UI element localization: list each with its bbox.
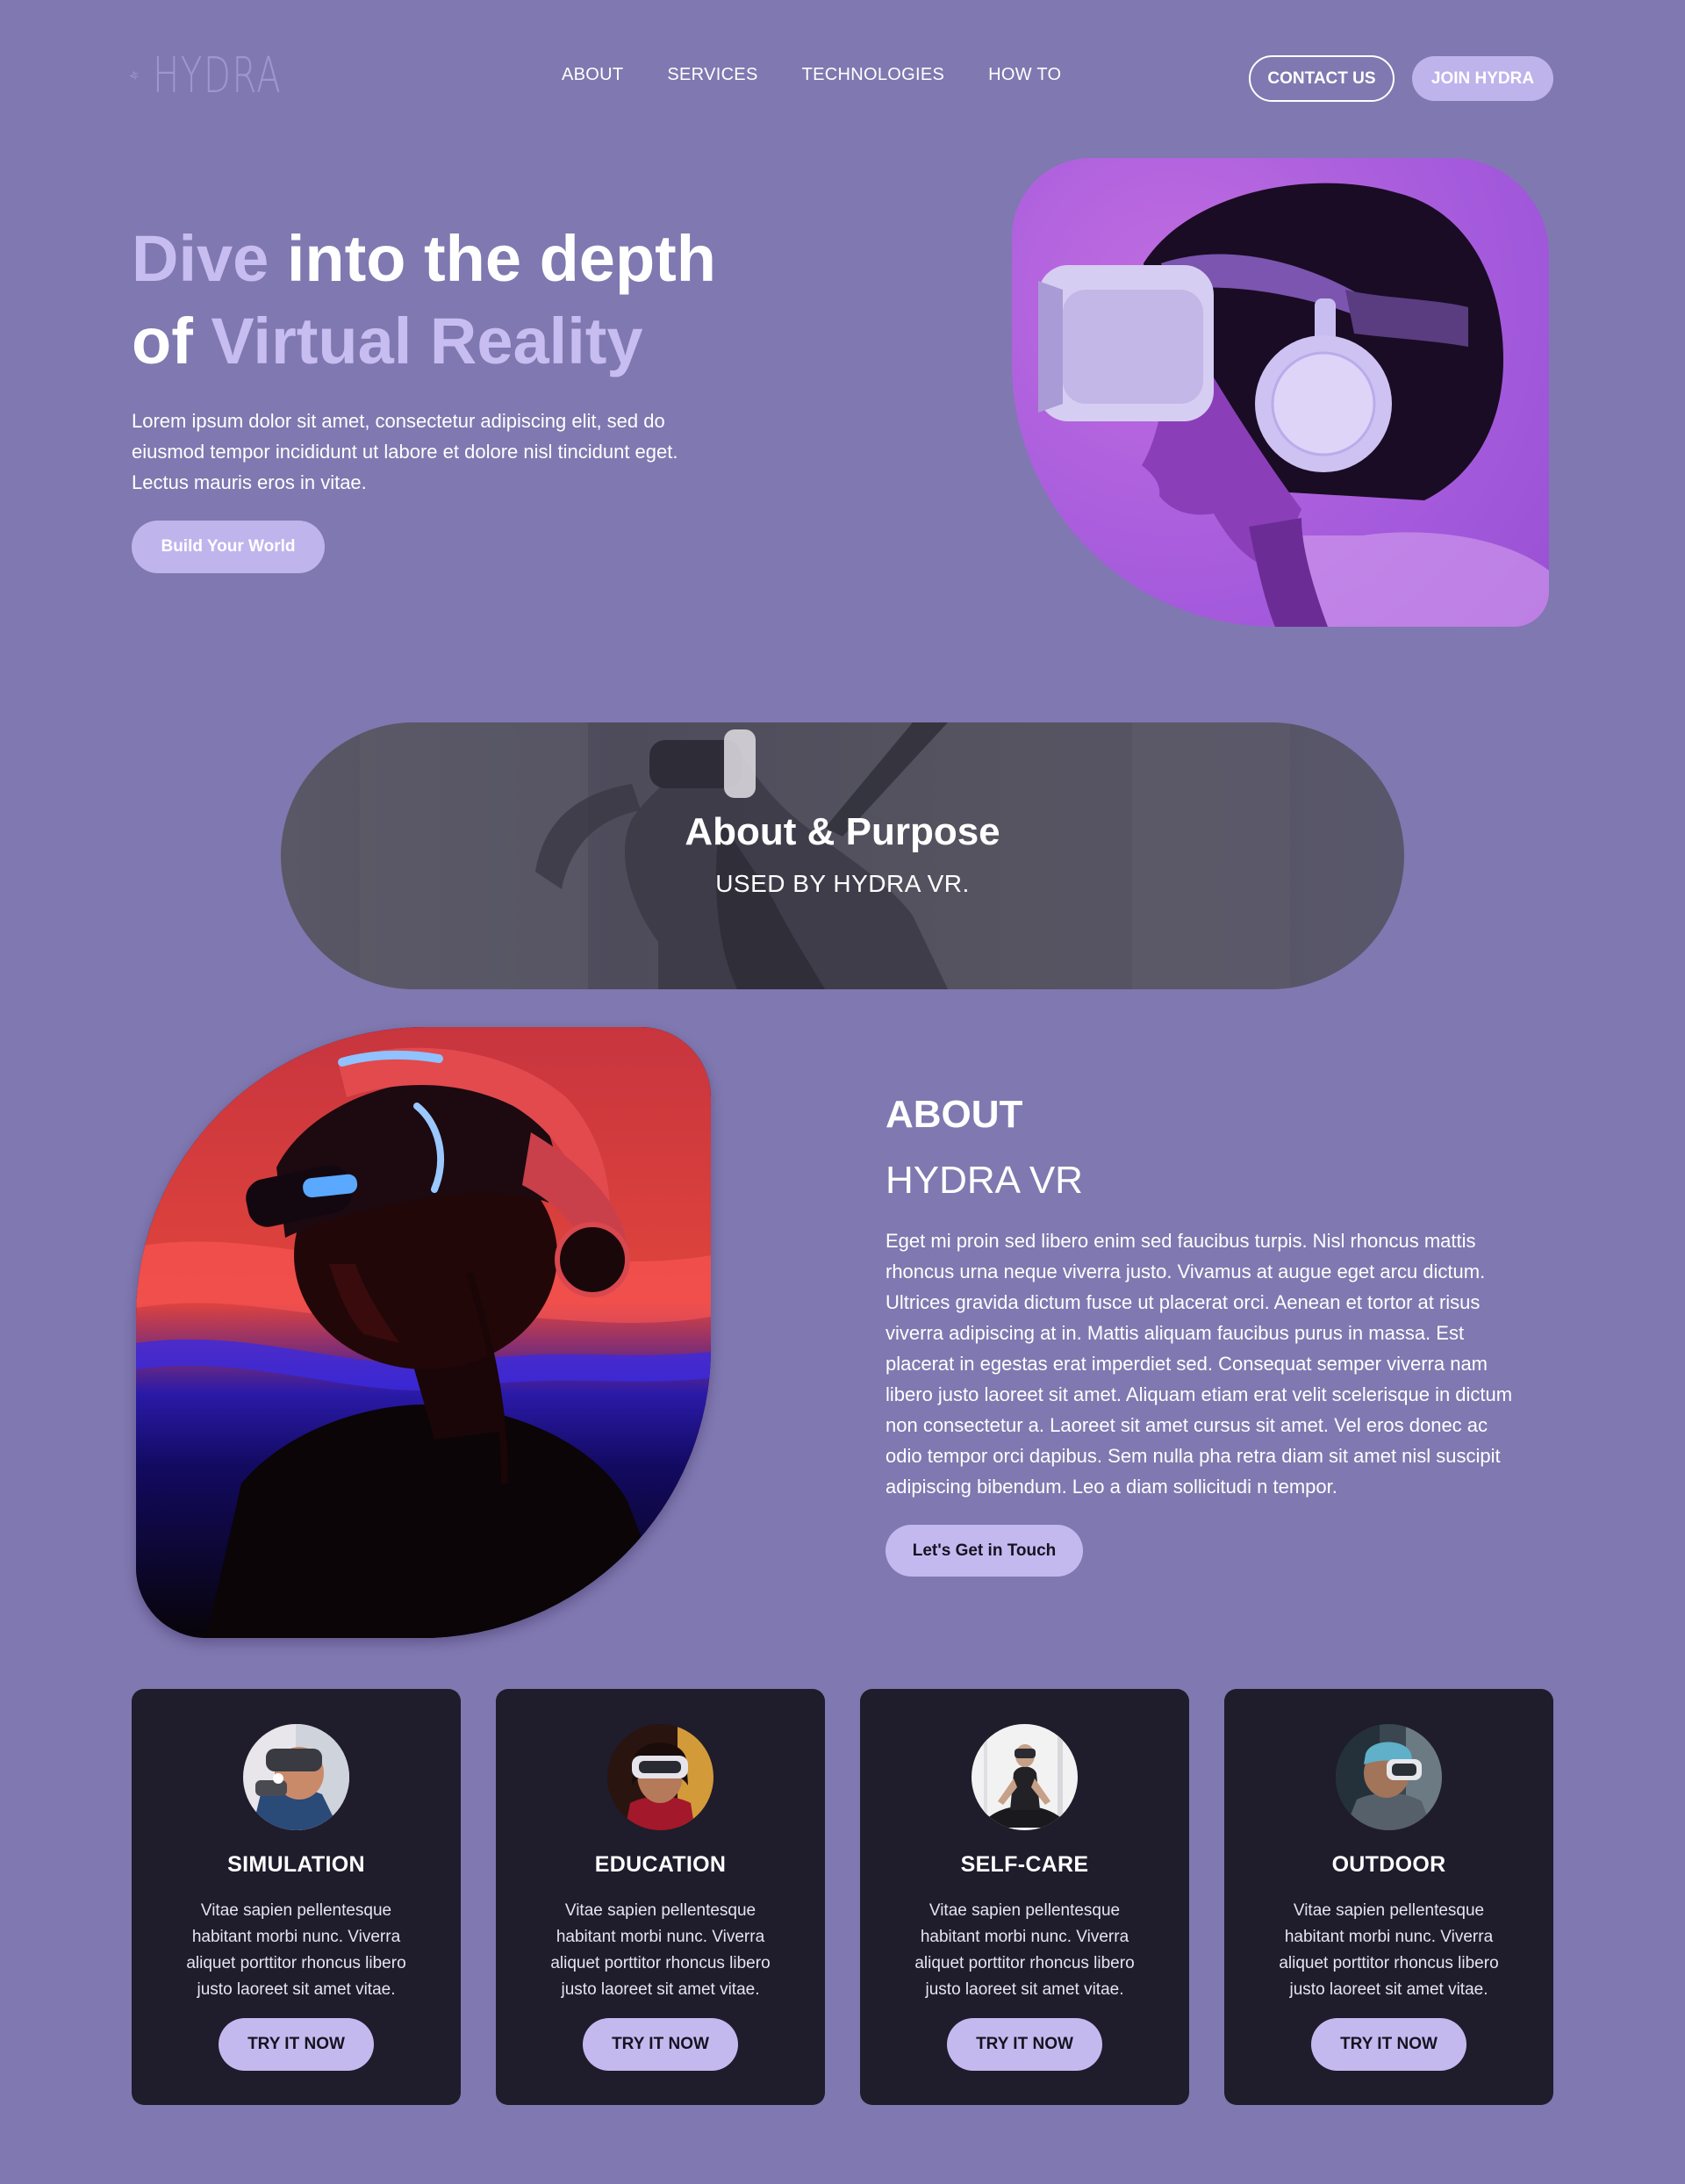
card-simulation: SIMULATION Vitae sapien pellentesque hab… xyxy=(132,1689,461,2105)
about-purpose-banner: About & Purpose USED BY HYDRA VR. xyxy=(281,722,1404,989)
hero-title-accent-vr: Virtual Reality xyxy=(211,305,643,377)
about-description: Eget mi proin sed libero enim sed faucib… xyxy=(886,1230,1513,1498)
card-title: EDUCATION xyxy=(594,1852,727,1877)
main-menu: ABOUT SERVICES TECHNOLOGIES HOW TO xyxy=(562,65,1061,85)
hero-title-into-depth: into the depth xyxy=(269,222,717,295)
nav-link-services[interactable]: SERVICES xyxy=(667,65,757,85)
simulation-avatar xyxy=(243,1724,349,1830)
build-your-world-button[interactable]: Build Your World xyxy=(132,521,325,573)
card-title: OUTDOOR xyxy=(1331,1852,1446,1877)
vr-user-profile-illustration xyxy=(1038,183,1549,627)
outdoor-vr-photo xyxy=(1336,1724,1442,1830)
card-title: SELF-CARE xyxy=(960,1852,1089,1877)
card-description: Vitae sapien pellentesque habitant morbi… xyxy=(186,1901,406,1999)
nav-link-about[interactable]: ABOUT xyxy=(562,65,623,85)
about-subheading: HYDRA VR xyxy=(886,1159,1083,1202)
card-outdoor: OUTDOOR Vitae sapien pellentesque habita… xyxy=(1224,1689,1553,2105)
brand-wordmark: HYDRA xyxy=(152,47,282,104)
get-in-touch-button[interactable]: Let's Get in Touch xyxy=(886,1525,1083,1577)
join-hydra-button[interactable]: JOIN HYDRA xyxy=(1412,56,1553,101)
top-navigation: HYDRA ABOUT SERVICES TECHNOLOGIES HOW TO… xyxy=(0,0,1685,158)
card-description: Vitae sapien pellentesque habitant morbi… xyxy=(550,1901,771,1999)
hero-description: Lorem ipsum dolor sit amet, consectetur … xyxy=(132,410,678,493)
try-it-now-button[interactable]: TRY IT NOW xyxy=(583,2018,738,2071)
card-title: SIMULATION xyxy=(227,1852,365,1877)
neon-vr-illustration xyxy=(136,1027,711,1638)
try-it-now-button[interactable]: TRY IT NOW xyxy=(1311,2018,1466,2071)
banner-title: About & Purpose xyxy=(685,810,1000,853)
hero-title-of: of xyxy=(132,305,212,377)
contact-us-button[interactable]: CONTACT US xyxy=(1249,55,1395,102)
try-it-now-button[interactable]: TRY IT NOW xyxy=(947,2018,1102,2071)
card-description: Vitae sapien pellentesque habitant morbi… xyxy=(914,1901,1135,1999)
banner-vr-woman-photo xyxy=(360,722,1290,989)
hydra-serpent-logo-icon xyxy=(130,71,139,80)
brand-logo[interactable]: HYDRA xyxy=(130,32,332,119)
try-it-now-button[interactable]: TRY IT NOW xyxy=(219,2018,374,2071)
hero-title: Dive into the depth of Virtual Reality xyxy=(132,218,716,383)
education-vr-photo xyxy=(607,1724,713,1830)
card-description: Vitae sapien pellentesque habitant morbi… xyxy=(1279,1901,1499,1999)
banner-subtitle: USED BY HYDRA VR. xyxy=(715,870,970,897)
hero-title-accent-dive: Dive xyxy=(132,222,269,295)
hero-vr-headset-photo xyxy=(1012,158,1549,627)
education-avatar xyxy=(607,1724,713,1830)
outdoor-avatar xyxy=(1336,1724,1442,1830)
nav-link-technologies[interactable]: TECHNOLOGIES xyxy=(802,65,945,85)
self-care-vr-photo xyxy=(972,1724,1078,1830)
self-care-avatar xyxy=(972,1724,1078,1830)
card-self-care: SELF-CARE Vitae sapien pellentesque habi… xyxy=(860,1689,1189,2105)
card-education: EDUCATION Vitae sapien pellentesque habi… xyxy=(496,1689,825,2105)
feature-cards: SIMULATION Vitae sapien pellentesque hab… xyxy=(132,1689,1553,2105)
simulation-vr-photo xyxy=(243,1724,349,1830)
nav-link-how-to[interactable]: HOW TO xyxy=(988,65,1061,85)
about-vr-man-photo xyxy=(136,1027,711,1638)
about-heading: ABOUT xyxy=(886,1093,1023,1136)
